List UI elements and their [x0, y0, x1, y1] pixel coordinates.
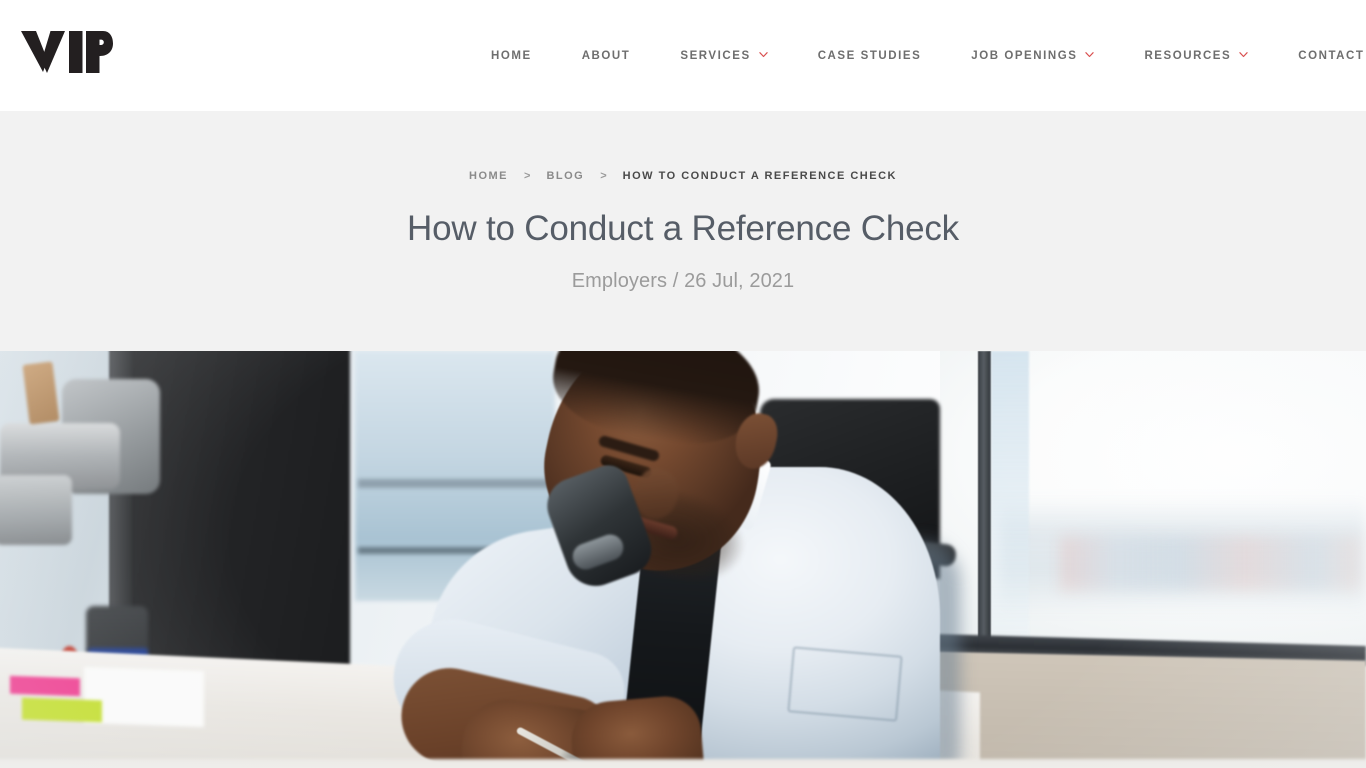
nav-item-home-label: HOME [491, 49, 532, 62]
nav-item-about-label: ABOUT [581, 49, 631, 62]
nav-item-job-openings[interactable]: JOB OPENINGS [946, 0, 1119, 111]
nav-item-resources[interactable]: RESOURCES [1119, 0, 1273, 111]
page-title: How to Conduct a Reference Check [407, 209, 959, 248]
nav-item-home[interactable]: HOME [466, 0, 557, 111]
nav-item-case-studies[interactable]: CASE STUDIES [793, 0, 947, 111]
chevron-down-icon [1239, 50, 1248, 59]
nav-item-contact-us-label: CONTACT US [1298, 49, 1366, 62]
hero-scene [0, 351, 1366, 768]
nav-item-services[interactable]: SERVICES [655, 0, 792, 111]
site-header: HOME ABOUT SERVICES CASE STUDIES JOB OPE… [0, 0, 1366, 111]
hero-image [0, 351, 1366, 768]
chevron-down-icon [759, 50, 768, 59]
breadcrumb-separator: > [524, 170, 531, 182]
breadcrumb-item-current: HOW TO CONDUCT A REFERENCE CHECK [622, 170, 897, 182]
nav-item-resources-label: RESOURCES [1144, 49, 1232, 62]
page-title-band: HOME > BLOG > HOW TO CONDUCT A REFERENCE… [0, 111, 1366, 351]
nav-item-case-studies-label: CASE STUDIES [817, 49, 922, 62]
nav-item-services-label: SERVICES [680, 49, 751, 62]
site-logo[interactable] [21, 29, 113, 74]
chevron-down-icon [1085, 50, 1095, 59]
article-meta: Employers / 26 Jul, 2021 [571, 270, 795, 293]
vip-logo-icon [21, 31, 113, 73]
desk-front-edge [0, 759, 1366, 768]
shirt-pocket [787, 646, 903, 722]
breadcrumb: HOME > BLOG > HOW TO CONDUCT A REFERENCE… [0, 111, 1366, 182]
nav-item-about[interactable]: ABOUT [557, 0, 656, 111]
breadcrumb-separator: > [600, 170, 607, 182]
nav-item-contact-us[interactable]: CONTACT US [1273, 0, 1366, 111]
businessman [0, 351, 1366, 768]
breadcrumb-item-home[interactable]: HOME [469, 170, 508, 182]
primary-navigation: HOME ABOUT SERVICES CASE STUDIES JOB OPE… [466, 0, 1366, 111]
nav-item-job-openings-label: JOB OPENINGS [971, 49, 1078, 62]
page-root: HOME ABOUT SERVICES CASE STUDIES JOB OPE… [0, 0, 1366, 768]
breadcrumb-item-blog[interactable]: BLOG [546, 170, 584, 182]
